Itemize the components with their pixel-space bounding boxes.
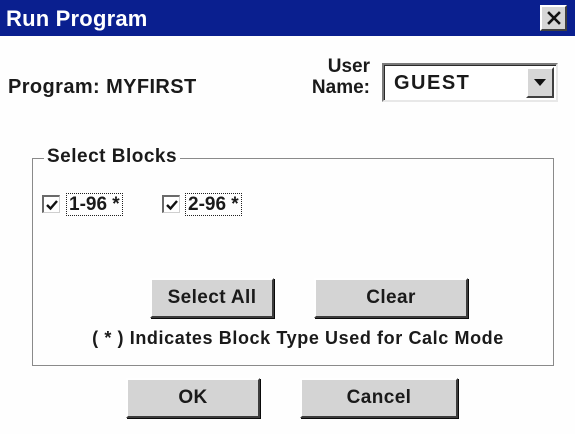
block-1-label[interactable]: 1-96 * [66,193,123,216]
chevron-down-icon [534,78,546,86]
title-bar[interactable]: Run Program [0,0,575,36]
close-x-icon [546,11,561,25]
checkmark-icon [46,200,58,211]
user-name-label: User Name: [298,56,370,98]
block-1-checkbox[interactable] [42,195,60,213]
program-name-label: Program: MYFIRST [8,76,197,98]
window-title: Run Program [6,6,148,31]
block-2-label[interactable]: 2-96 * [185,193,242,216]
ok-button[interactable]: OK [126,378,260,418]
clear-button[interactable]: Clear [314,278,468,318]
calc-mode-note: ( * ) Indicates Block Type Used for Calc… [92,328,504,348]
user-label-line1: User [327,56,370,77]
user-label-line2: Name: [311,77,370,98]
user-name-value: GUEST [394,72,471,94]
select-blocks-title: Select Blocks [44,146,181,168]
checkmark-icon [166,200,178,211]
block-2-checkbox[interactable] [162,195,180,213]
select-all-button[interactable]: Select All [150,278,274,318]
run-program-dialog: Run Program Program: MYFIRST User Name: … [0,0,575,434]
cancel-button[interactable]: Cancel [300,378,458,418]
close-button[interactable] [540,5,567,31]
user-name-combobox[interactable]: GUEST [382,63,558,102]
dropdown-button[interactable] [526,67,554,98]
